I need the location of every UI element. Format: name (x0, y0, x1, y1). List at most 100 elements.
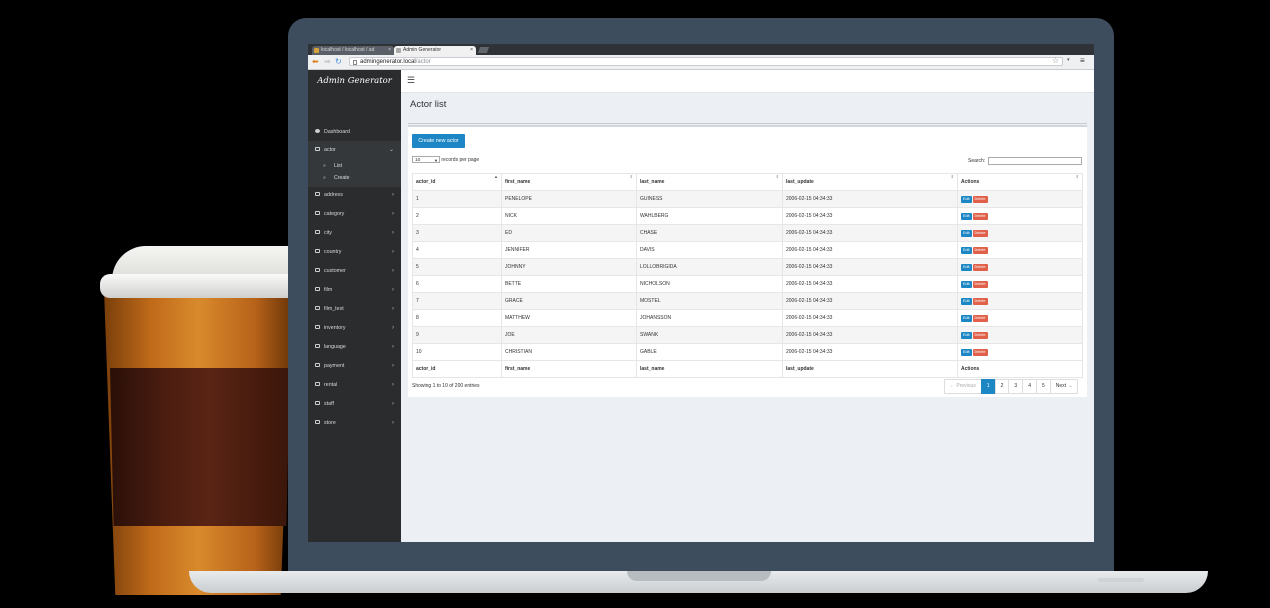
table-cell-actions: Edit Delete (957, 326, 1083, 344)
chevron-right-icon: › (392, 306, 394, 312)
sidebar-item-address[interactable]: address › (308, 186, 401, 204)
edit-button[interactable]: Edit (961, 314, 972, 322)
edit-button[interactable]: Edit (961, 195, 972, 203)
delete-button[interactable]: Delete (972, 314, 988, 322)
table-cell-actions: Edit Delete (957, 224, 1083, 242)
forward-arrow-icon[interactable]: ➡ (324, 57, 331, 67)
delete-button[interactable]: Delete (972, 212, 988, 220)
edit-button[interactable]: Edit (961, 331, 972, 339)
pagination-page-button[interactable]: 5 (1035, 379, 1051, 394)
delete-button[interactable]: Delete (972, 280, 988, 288)
sidebar-subitem-label: List (334, 163, 343, 169)
table-cell-last-update: 2006-02-15 04:34:33 (782, 241, 958, 259)
top-navbar: ☰ (401, 70, 1094, 93)
browser-menu-icon[interactable]: ≡ (1080, 56, 1085, 65)
reload-icon[interactable]: ↻ (335, 57, 342, 67)
folder-icon (315, 363, 320, 367)
hamburger-menu-icon[interactable]: ☰ (407, 76, 415, 85)
column-header-label: last_update (786, 179, 814, 185)
edit-button[interactable]: Edit (961, 280, 972, 288)
delete-button[interactable]: Delete (972, 348, 988, 356)
search-input[interactable] (988, 157, 1082, 165)
sidebar-item-staff[interactable]: staff › (308, 395, 401, 413)
sidebar-item-customer[interactable]: customer › (308, 262, 401, 280)
table-row: 8 MATTHEW JOHANSSON 2006-02-15 04:34:33 Edit… (412, 309, 1083, 327)
pagination-next-button[interactable]: Next → (1049, 379, 1079, 394)
table-row: 7 GRACE MOSTEL 2006-02-15 04:34:33 Edit Delet… (412, 292, 1083, 310)
folder-icon (315, 147, 320, 151)
url-path: /actor (415, 59, 431, 65)
column-header-actor-id[interactable]: actor_id ▲ (412, 173, 502, 191)
extension-dropdown-icon[interactable]: ▾ (1067, 57, 1070, 63)
edit-button[interactable]: Edit (961, 297, 972, 305)
table-cell-last-update: 2006-02-15 04:34:33 (782, 326, 958, 344)
chevron-down-icon: ▼ (434, 158, 438, 164)
close-tab-icon[interactable]: × (388, 46, 391, 55)
delete-button[interactable]: Delete (972, 263, 988, 271)
sidebar-item-language[interactable]: language › (308, 338, 401, 356)
pagination-page-button[interactable]: 1 (980, 379, 996, 394)
column-header-first-name[interactable]: first_name ⇕ (501, 173, 637, 191)
delete-button[interactable]: Delete (972, 297, 988, 305)
table-row: 9 JOE SWANK 2006-02-15 04:34:33 Edit Delete (412, 326, 1083, 344)
chevron-right-icon: › (392, 249, 394, 255)
sidebar-item-film-text[interactable]: film_text › (308, 300, 401, 318)
sidebar-item-country[interactable]: country › (308, 243, 401, 261)
chevron-down-icon: ⌄ (388, 147, 394, 153)
table-cell-first-name: JENNIFER (501, 241, 637, 259)
laptop-foot (1098, 578, 1144, 582)
edit-button[interactable]: Edit (961, 246, 972, 254)
delete-button[interactable]: Delete (972, 246, 988, 254)
browser-tab[interactable]: localhost / localhost / ad × (312, 46, 394, 55)
brand-logo[interactable]: Admin Generator (308, 70, 401, 92)
column-header-last-name[interactable]: last_name ⇕ (636, 173, 783, 191)
create-new-actor-button[interactable]: Create new actor (412, 134, 465, 148)
edit-button[interactable]: Edit (961, 348, 972, 356)
chevron-right-icon: › (392, 363, 394, 369)
folder-icon (315, 192, 320, 196)
sidebar-item-label: Dashboard (324, 129, 350, 135)
table-cell-actor-id: 2 (412, 207, 502, 225)
sidebar-item-payment[interactable]: payment › (308, 357, 401, 375)
url-field[interactable]: admingenerator.local/actor (349, 57, 1063, 66)
pagination-previous-button[interactable]: ← Previous (944, 379, 982, 394)
edit-button[interactable]: Edit (961, 229, 972, 237)
pagination-page-button[interactable]: 2 (994, 379, 1010, 394)
column-header-last-update[interactable]: last_update ⇕ (782, 173, 958, 191)
sidebar-item-rental[interactable]: rental › (308, 376, 401, 394)
table-cell-last-name: NICHOLSON (636, 275, 783, 293)
sidebar-item-city[interactable]: city › (308, 224, 401, 242)
edit-button[interactable]: Edit (961, 263, 972, 271)
sidebar-item-store[interactable]: store › (308, 414, 401, 432)
sidebar-item-actor[interactable]: actor ⌄ (308, 141, 401, 159)
table-cell-last-name: CHASE (636, 224, 783, 242)
edit-button[interactable]: Edit (961, 212, 972, 220)
page-length-select[interactable]: 10 ▼ (412, 156, 440, 164)
close-tab-icon[interactable]: × (470, 46, 473, 55)
sidebar-item-label: category (324, 211, 345, 217)
sidebar-subitem-create[interactable]: » Create (308, 172, 401, 184)
chevron-right-icon: › (392, 420, 394, 426)
sidebar-item-film[interactable]: film › (308, 281, 401, 299)
sidebar-item-dashboard[interactable]: Dashboard (308, 123, 401, 141)
delete-button[interactable]: Delete (972, 331, 988, 339)
table-body: 1 PENELOPE GUINESS 2006-02-15 04:34:33 Edit D… (412, 190, 1083, 361)
sidebar-item-category[interactable]: category › (308, 205, 401, 223)
new-tab-button[interactable] (477, 47, 490, 53)
chevron-right-icon: › (392, 211, 394, 217)
tab-label: localhost / localhost / ad (321, 47, 375, 53)
table-cell-last-name: WAHLBERG (636, 207, 783, 225)
pagination-page-button[interactable]: 4 (1022, 379, 1037, 394)
browser-tab-active[interactable]: Admin Generator × (394, 46, 476, 55)
delete-button[interactable]: Delete (972, 229, 988, 237)
address-bar-row: ⬅ ➡ ↻ admingenerator.local/actor ☆ ▾ ≡ (308, 55, 1094, 70)
bookmark-star-icon[interactable]: ☆ (1052, 56, 1059, 65)
back-arrow-icon[interactable]: ⬅ (312, 57, 319, 67)
pagination-page-button[interactable]: 3 (1008, 379, 1024, 394)
sort-icon: ⇕ (950, 174, 954, 179)
delete-button[interactable]: Delete (972, 195, 988, 203)
sidebar-item-inventory[interactable]: inventory › (308, 319, 401, 337)
folder-icon (315, 401, 320, 405)
sidebar-subitem-list[interactable]: » List (308, 160, 401, 172)
column-header-actions[interactable]: Actions ⇕ (957, 173, 1083, 191)
